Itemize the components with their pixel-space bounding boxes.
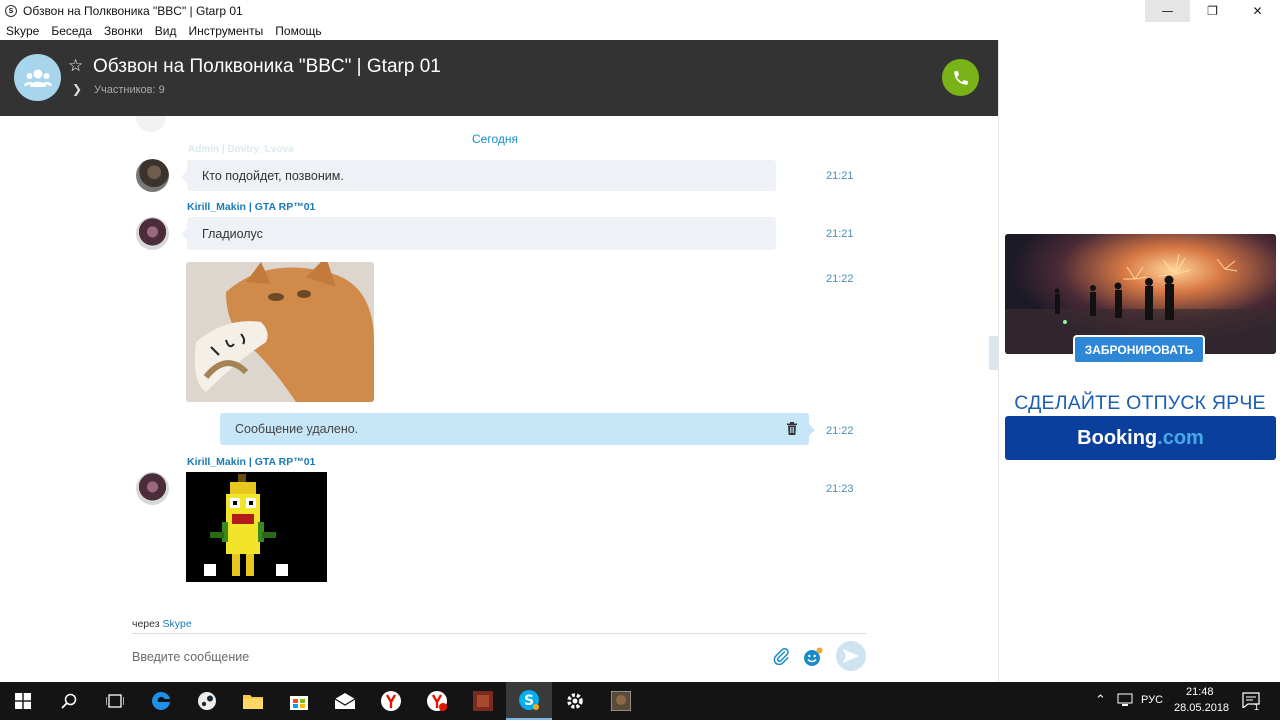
menu-view[interactable]: Вид xyxy=(149,24,183,38)
participant-count[interactable]: Участников: 9 xyxy=(94,84,165,96)
chat-scrollbar-thumb[interactable] xyxy=(989,336,998,370)
taskbar-store[interactable] xyxy=(276,682,322,720)
paperclip-icon[interactable] xyxy=(772,647,790,668)
taskbar-edge[interactable] xyxy=(138,682,184,720)
chevron-up-icon[interactable]: ⌃ xyxy=(1095,692,1106,708)
taskbar-skype[interactable]: S xyxy=(506,682,552,720)
message-time: 21:22 xyxy=(826,425,854,437)
divider xyxy=(132,633,866,634)
sender-name[interactable]: Kirill_Makin | GTA RP™01 xyxy=(187,456,315,468)
menu-tools[interactable]: Инструменты xyxy=(182,24,269,38)
taskbar-settings[interactable] xyxy=(552,682,598,720)
star-icon[interactable]: ☆ xyxy=(68,56,83,76)
taskbar-yandex-2[interactable] xyxy=(414,682,460,720)
network-icon[interactable] xyxy=(1117,693,1133,710)
taskbar-app[interactable] xyxy=(460,682,506,720)
message-input[interactable] xyxy=(132,644,732,670)
message-text: Кто подойдет, позвоним. xyxy=(202,168,344,183)
store-icon xyxy=(290,696,308,710)
group-icon xyxy=(23,69,52,87)
steam-icon xyxy=(198,692,216,710)
message-text: Гладиолус xyxy=(202,226,263,241)
taskbar: S ⌃ РУС 21:48 28.05.2018 1 xyxy=(0,682,1280,720)
svg-text:S: S xyxy=(524,693,534,709)
message-text: Сообщение удалено. xyxy=(235,422,359,436)
cat-picture xyxy=(186,262,374,402)
gear-icon xyxy=(567,693,583,709)
clock-time[interactable]: 21:48 xyxy=(1186,686,1214,698)
close-button[interactable]: ✕ xyxy=(1235,0,1280,22)
message-bubble[interactable]: Кто подойдет, позвоним. xyxy=(181,160,776,191)
cat-image[interactable] xyxy=(186,262,374,402)
minimize-button[interactable]: — xyxy=(1145,0,1190,22)
ad-image[interactable] xyxy=(1005,234,1276,354)
search-button[interactable] xyxy=(46,682,92,720)
taskbar-steam[interactable] xyxy=(184,682,230,720)
call-button[interactable] xyxy=(942,59,979,96)
conversation-title: Обзвон на Полквоника "BBC" | Gtarp 01 xyxy=(93,56,441,77)
faded-avatar xyxy=(136,116,166,132)
ad-panel: ЗАБРОНИРОВАТЬ СДЕЛАЙТЕ ОТПУСК ЯРЧЕ Booki… xyxy=(998,40,1280,682)
menu-calls[interactable]: Звонки xyxy=(98,24,149,38)
yandex-browser-icon xyxy=(381,691,401,711)
avatar[interactable] xyxy=(136,159,169,192)
menu-skype[interactable]: Skype xyxy=(0,24,45,38)
chevron-right-icon[interactable]: ❯ xyxy=(72,82,82,96)
menu-conversation[interactable]: Беседа xyxy=(45,24,98,38)
app-icon xyxy=(473,691,493,711)
brand-name: Booking xyxy=(1077,426,1158,449)
chat-history[interactable]: Admin | Dmitry_Lvova Сегодня Кто подойде… xyxy=(0,116,998,682)
clock-date[interactable]: 28.05.2018 xyxy=(1174,702,1229,714)
task-view-button[interactable] xyxy=(92,682,138,720)
search-icon xyxy=(61,693,77,709)
title-bar: S Обзвон на Полквоника "BBC" | Gtarp 01 … xyxy=(0,0,1280,22)
date-divider: Сегодня xyxy=(472,132,518,146)
window-title: Обзвон на Полквоника "BBC" | Gtarp 01 xyxy=(23,4,243,18)
taskbar-mail[interactable] xyxy=(322,682,368,720)
banana-image[interactable] xyxy=(186,472,327,582)
language-indicator[interactable]: РУС xyxy=(1141,694,1163,706)
sender-name[interactable]: Kirill_Makin | GTA RP™01 xyxy=(187,201,315,213)
phone-icon xyxy=(953,70,968,85)
notification-count: 1 xyxy=(1254,702,1260,712)
via-label: через Skype xyxy=(132,618,192,630)
restore-button[interactable]: ❐ xyxy=(1190,0,1235,22)
menu-bar: Skype Беседа Звонки Вид Инструменты Помо… xyxy=(0,22,1280,40)
skype-icon: S xyxy=(519,690,539,710)
photo-icon xyxy=(611,691,631,711)
avatar[interactable] xyxy=(136,472,169,505)
booking-logo[interactable]: Booking .com xyxy=(1005,416,1276,460)
via-app[interactable]: Skype xyxy=(163,618,192,630)
taskbar-photo-app[interactable] xyxy=(598,682,644,720)
emoticon-icon[interactable] xyxy=(803,647,823,670)
conversation-header: ☆ Обзвон на Полквоника "BBC" | Gtarp 01 … xyxy=(0,40,998,116)
yandex-browser-icon xyxy=(427,691,447,711)
edge-icon xyxy=(152,691,170,710)
avatar[interactable] xyxy=(136,217,169,250)
message-time: 21:22 xyxy=(826,273,854,285)
message-time: 21:23 xyxy=(826,483,854,495)
trash-icon[interactable] xyxy=(787,422,797,438)
mail-icon xyxy=(335,693,355,709)
brand-domain: .com xyxy=(1157,426,1204,449)
folder-icon xyxy=(243,695,263,709)
message-bubble[interactable]: Гладиолус xyxy=(181,217,776,250)
taskbar-yandex[interactable] xyxy=(368,682,414,720)
send-button[interactable] xyxy=(836,641,866,671)
ad-headline[interactable]: СДЕЛАЙТЕ ОТПУСК ЯРЧЕ xyxy=(999,392,1280,415)
group-avatar[interactable] xyxy=(14,54,61,101)
windows-icon xyxy=(15,693,31,709)
taskbar-explorer[interactable] xyxy=(230,682,276,720)
message-time: 21:21 xyxy=(826,170,854,182)
menu-help[interactable]: Помощь xyxy=(269,24,327,38)
task-view-icon xyxy=(106,694,124,708)
book-now-button[interactable]: ЗАБРОНИРОВАТЬ xyxy=(1075,337,1203,362)
dancing-banana-picture xyxy=(186,472,327,582)
message-time: 21:21 xyxy=(826,228,854,240)
skype-app-icon: S xyxy=(5,5,17,17)
start-button[interactable] xyxy=(0,682,46,720)
send-icon xyxy=(843,649,859,663)
window-controls: — ❐ ✕ xyxy=(1145,0,1280,22)
deleted-message-bubble[interactable]: Сообщение удалено. xyxy=(220,413,815,445)
